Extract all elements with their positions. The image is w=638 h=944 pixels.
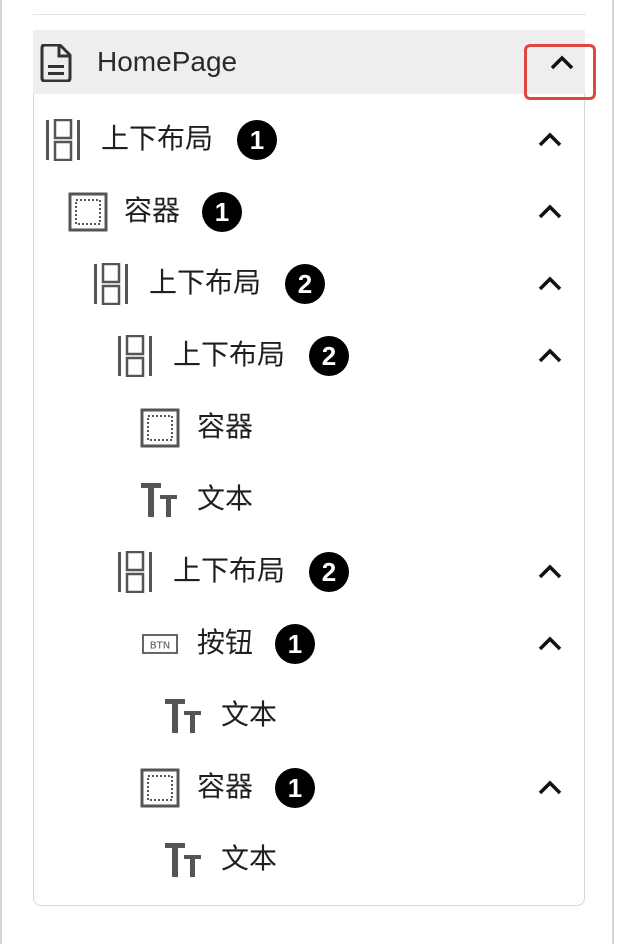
count-badge: 1 bbox=[275, 768, 315, 808]
chevron-up-icon[interactable] bbox=[536, 273, 564, 293]
count-badge: 2 bbox=[285, 264, 325, 304]
count-badge: 1 bbox=[202, 192, 242, 232]
tree-item-label: 容器 bbox=[197, 410, 254, 443]
tree-item-label: 上下布局 bbox=[101, 122, 214, 155]
container-icon bbox=[140, 768, 180, 812]
container-icon bbox=[68, 192, 108, 236]
tree-item-label: 上下布局 bbox=[149, 266, 262, 299]
chevron-up-icon[interactable] bbox=[536, 561, 564, 581]
svg-text:BTN: BTN bbox=[150, 641, 170, 652]
page-title: HomePage bbox=[97, 46, 238, 77]
count-badge: 1 bbox=[275, 624, 315, 664]
vertical-layout-icon bbox=[93, 262, 129, 309]
text-icon bbox=[140, 481, 180, 523]
chevron-up-icon[interactable] bbox=[536, 345, 564, 365]
document-icon bbox=[40, 44, 72, 82]
vertical-layout-icon bbox=[117, 334, 153, 381]
tree-item[interactable] bbox=[34, 466, 584, 534]
text-icon bbox=[164, 697, 204, 739]
tree-item-label: 容器 bbox=[197, 770, 254, 803]
vertical-layout-icon bbox=[117, 550, 153, 597]
scrollbar-track[interactable] bbox=[612, 0, 614, 944]
count-badge: 2 bbox=[309, 336, 349, 376]
count-badge: 2 bbox=[309, 552, 349, 592]
tree-item[interactable] bbox=[34, 682, 584, 750]
tree-item-label: 上下布局 bbox=[173, 338, 286, 371]
container-icon bbox=[140, 408, 180, 452]
tree-item[interactable] bbox=[34, 826, 584, 894]
chevron-up-icon[interactable] bbox=[536, 633, 564, 653]
tree-item-label: 文本 bbox=[197, 482, 254, 515]
chevron-up-icon[interactable] bbox=[548, 52, 576, 72]
tree-item[interactable] bbox=[34, 394, 584, 462]
tree-item-label: 文本 bbox=[221, 698, 278, 731]
button-icon: BTN bbox=[142, 634, 178, 658]
divider bbox=[33, 14, 586, 15]
tree-item-label: 文本 bbox=[221, 842, 278, 875]
tree-item[interactable] bbox=[34, 178, 584, 246]
chevron-up-icon[interactable] bbox=[536, 777, 564, 797]
text-icon bbox=[164, 841, 204, 883]
panel-left-border bbox=[0, 0, 2, 944]
vertical-layout-icon bbox=[45, 118, 81, 165]
chevron-up-icon[interactable] bbox=[536, 201, 564, 221]
count-badge: 1 bbox=[237, 120, 277, 160]
chevron-up-icon[interactable] bbox=[536, 129, 564, 149]
tree-item-label: 容器 bbox=[124, 194, 181, 227]
tree-item-label: 上下布局 bbox=[173, 554, 286, 587]
tree-item-label: 按钮 bbox=[197, 626, 254, 659]
